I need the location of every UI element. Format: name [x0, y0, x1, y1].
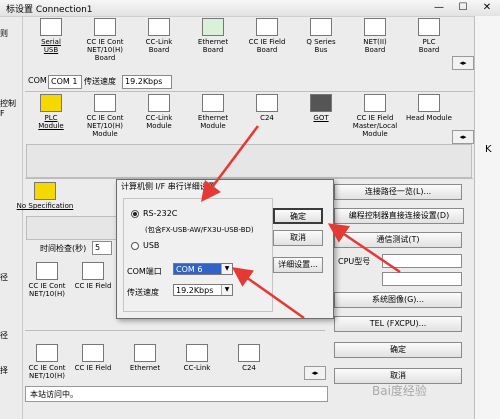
arrow-to-ok: [327, 223, 401, 274]
annotation-arrows: [201, 125, 401, 320]
arrow-to-com-port: [231, 267, 305, 320]
arrow-to-dialog-title: [201, 125, 259, 202]
watermark: Bai度经验: [372, 384, 427, 398]
